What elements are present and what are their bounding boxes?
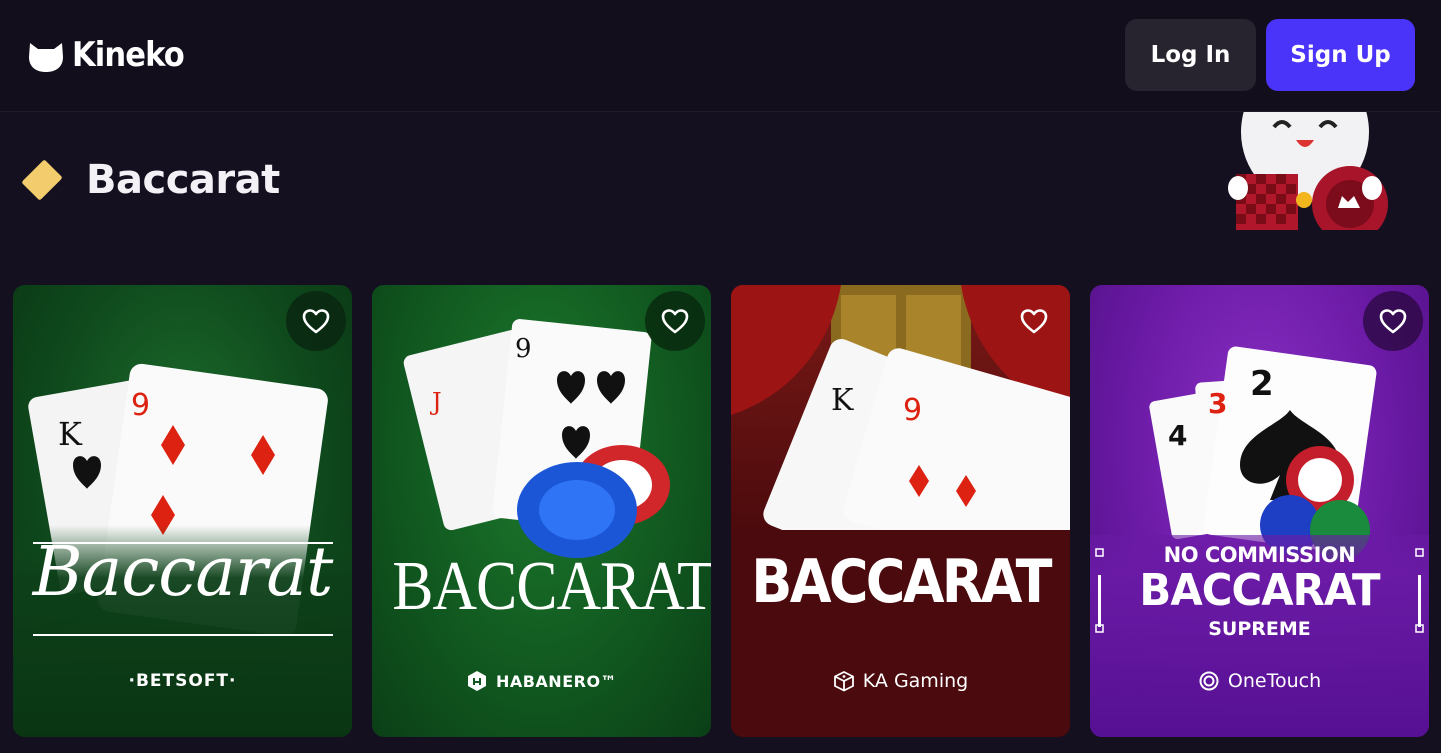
signup-button[interactable]: Sign Up [1266, 19, 1415, 91]
svg-text:2: 2 [1250, 364, 1274, 404]
provider-ka-gaming: KA Gaming [731, 666, 1070, 696]
provider-name: HABANERO™ [495, 671, 618, 691]
game-subtitle-top: NO COMMISSION [1163, 543, 1356, 567]
favorite-button[interactable] [1004, 291, 1064, 351]
game-card-baccarat-habanero[interactable]: J 9 BACCARAT HABANERO™ [372, 285, 711, 737]
onetouch-logo-icon [1199, 671, 1219, 691]
provider-name: ·BETSOFT· [128, 671, 237, 691]
svg-text:9: 9 [131, 388, 150, 423]
game-title: BACCARAT [751, 547, 1052, 617]
diamond-icon [21, 159, 63, 201]
game-card-no-commission-baccarat-supreme[interactable]: 4 3 2 NO COMMISSION BACCARAT SUPREME One… [1090, 285, 1429, 737]
heart-icon [1020, 309, 1048, 334]
favorite-button[interactable] [286, 291, 346, 351]
section-header: Baccarat [21, 150, 280, 210]
heart-icon [1379, 309, 1407, 334]
logo-text: Kineko [72, 35, 185, 75]
heart-icon [661, 309, 689, 334]
cat-logo-icon [29, 43, 63, 72]
svg-text:K: K [58, 415, 83, 453]
provider-name: KA Gaming [862, 670, 969, 692]
svg-text:K: K [831, 383, 854, 418]
game-card-baccarat-betsoft[interactable]: K 9 Baccarat ·BETSOFT· [13, 285, 352, 737]
provider-habanero: HABANERO™ [372, 666, 711, 696]
cat-mascot-image [1228, 112, 1388, 230]
login-button[interactable]: Log In [1125, 19, 1256, 91]
section-title: Baccarat [86, 157, 280, 203]
heart-icon [302, 309, 330, 334]
favorite-button[interactable] [1363, 291, 1423, 351]
svg-text:4: 4 [1168, 419, 1187, 452]
dice-icon [833, 670, 854, 692]
svg-text:9: 9 [903, 393, 922, 428]
provider-betsoft: ·BETSOFT· [13, 666, 352, 696]
svg-text:3: 3 [1208, 387, 1227, 420]
kineko-logo[interactable]: Kineko [26, 33, 196, 77]
favorite-button[interactable] [645, 291, 705, 351]
svg-text:9: 9 [515, 334, 532, 364]
game-card-baccarat-ka-gaming[interactable]: K 9 BACCARAT KA Gaming [731, 285, 1070, 737]
game-subtitle-bottom: SUPREME [1208, 618, 1311, 640]
game-title: BACCARAT [1139, 565, 1380, 616]
provider-onetouch: OneTouch [1090, 666, 1429, 696]
habanero-logo-icon [467, 671, 486, 691]
top-header: Kineko Log In Sign Up [0, 0, 1441, 112]
provider-name: OneTouch [1227, 670, 1322, 692]
game-title: Baccarat [32, 533, 334, 612]
game-title: BACCARAT [392, 548, 711, 625]
